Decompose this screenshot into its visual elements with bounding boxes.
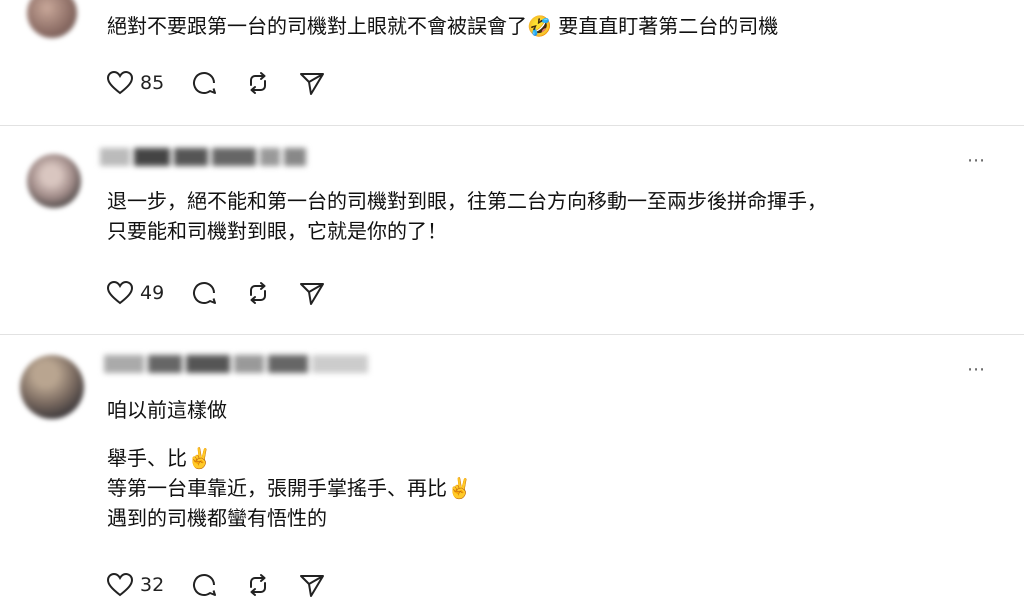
comment-line: 等第一台車靠近，張開手掌搖手、再比✌️	[107, 476, 472, 500]
like-count: 85	[140, 72, 165, 94]
like-button[interactable]: 85	[106, 70, 164, 96]
more-options-button[interactable]: ⋯	[967, 150, 986, 171]
comment-2: ⋯ 退一步，絕不能和第一台的司機對到眼，往第二台方向移動一至兩步後拼命揮手， 只…	[0, 126, 1024, 334]
like-button[interactable]: 32	[106, 572, 164, 598]
like-count: 32	[140, 574, 165, 596]
action-bar: 32	[106, 570, 352, 600]
repost-button[interactable]	[244, 69, 272, 97]
comment-line: 遇到的司機都蠻有悟性的	[107, 506, 327, 530]
heart-icon	[106, 280, 134, 305]
comment-line: 絕對不要跟第一台的司機對上眼就不會被誤會了🤣 要直直盯著第二台的司機	[107, 14, 779, 38]
comment-1: 絕對不要跟第一台的司機對上眼就不會被誤會了🤣 要直直盯著第二台的司機 85	[0, 0, 1024, 125]
comment-text: 咱以前這樣做 舉手、比✌️ 等第一台車靠近，張開手掌搖手、再比✌️ 遇到的司機都…	[107, 395, 472, 533]
avatar[interactable]	[27, 154, 81, 208]
username-blurred[interactable]	[100, 146, 310, 176]
comment-line: 舉手、比✌️	[107, 446, 212, 470]
username-blurred[interactable]	[104, 353, 372, 383]
share-button[interactable]	[298, 279, 326, 307]
share-button[interactable]	[298, 571, 326, 599]
reply-button[interactable]	[190, 571, 218, 599]
action-bar: 85	[106, 68, 352, 98]
comment-text: 絕對不要跟第一台的司機對上眼就不會被誤會了🤣 要直直盯著第二台的司機	[107, 11, 778, 41]
repost-icon	[250, 282, 267, 304]
like-count: 49	[140, 282, 165, 304]
reply-button[interactable]	[190, 69, 218, 97]
comment-icon	[193, 282, 217, 304]
heart-icon	[106, 70, 134, 95]
repost-button[interactable]	[244, 571, 272, 599]
avatar[interactable]	[27, 0, 77, 38]
repost-button[interactable]	[244, 279, 272, 307]
more-options-button[interactable]: ⋯	[967, 359, 986, 380]
share-button[interactable]	[298, 69, 326, 97]
send-icon	[300, 73, 325, 95]
reply-button[interactable]	[190, 279, 218, 307]
send-icon	[300, 283, 325, 305]
comment-line: 退一步，絕不能和第一台的司機對到眼，往第二台方向移動一至兩步後拼命揮手，	[107, 189, 827, 213]
like-button[interactable]: 49	[106, 280, 164, 306]
comment-icon	[193, 574, 217, 596]
repost-icon	[250, 72, 267, 94]
comment-line: 咱以前這樣做	[107, 398, 227, 422]
repost-icon	[250, 574, 267, 596]
comment-text: 退一步，絕不能和第一台的司機對到眼，往第二台方向移動一至兩步後拼命揮手， 只要能…	[107, 186, 827, 246]
comment-line: 只要能和司機對到眼，它就是你的了！	[107, 219, 447, 243]
avatar[interactable]	[20, 355, 84, 419]
comment-3: ⋯ 咱以前這樣做 舉手、比✌️ 等第一台車靠近，張開手掌搖手、再比✌️ 遇到的司…	[0, 335, 1024, 613]
comment-icon	[193, 72, 217, 94]
action-bar: 49	[106, 278, 352, 308]
heart-icon	[106, 572, 134, 597]
send-icon	[300, 575, 325, 597]
